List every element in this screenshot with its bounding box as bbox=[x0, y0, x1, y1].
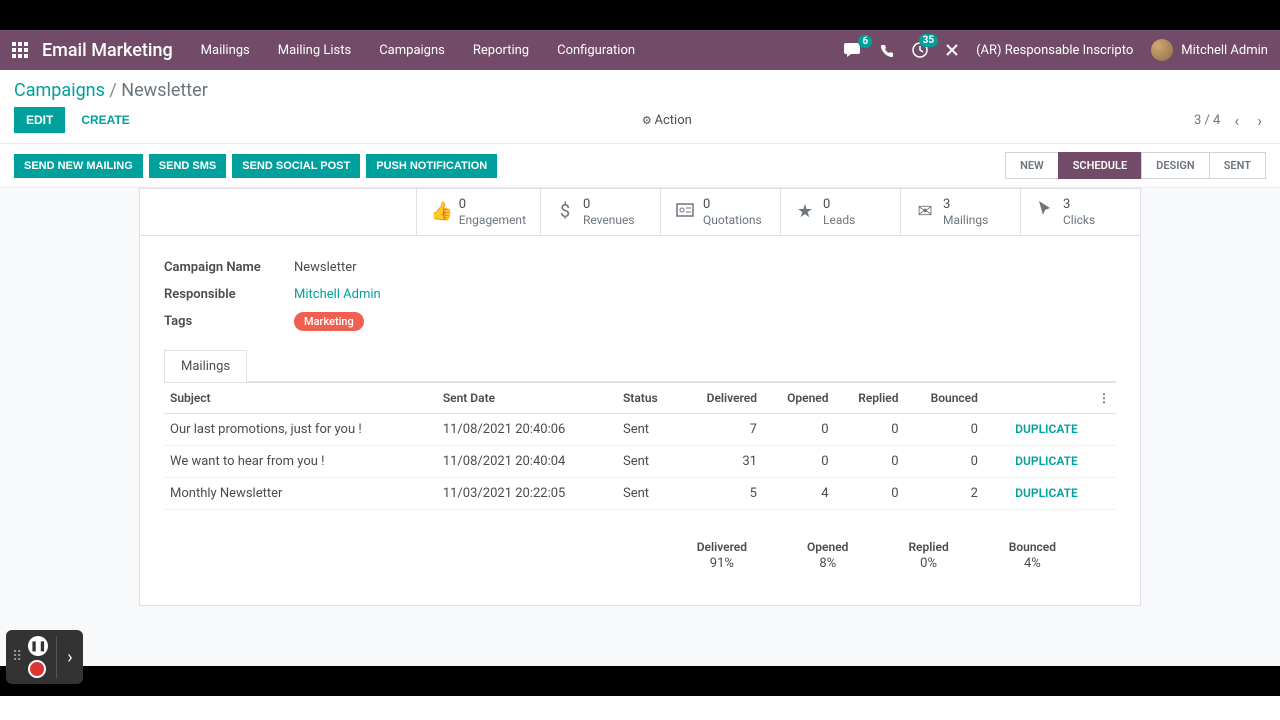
action-dropdown[interactable]: Action bbox=[642, 113, 692, 128]
mailings-table: Subject Sent Date Status Delivered Opene… bbox=[164, 382, 1116, 510]
send-sms-button[interactable]: SEND SMS bbox=[149, 154, 226, 178]
col-bounced[interactable]: Bounced bbox=[905, 382, 984, 413]
total-bounced-label: Bounced bbox=[1009, 540, 1056, 554]
tags-label: Tags bbox=[164, 314, 294, 329]
company-selector[interactable]: (AR) Responsable Inscripto bbox=[976, 43, 1133, 58]
total-delivered-label: Delivered bbox=[697, 540, 747, 554]
status-sent[interactable]: SENT bbox=[1209, 152, 1266, 179]
stat-buttons: 👍 0Engagement $ 0Revenues 0Quotations ★ … bbox=[140, 189, 1140, 236]
duplicate-button[interactable]: DUPLICATE bbox=[1015, 454, 1078, 468]
phone-icon[interactable] bbox=[880, 43, 894, 57]
app-title: Email Marketing bbox=[42, 40, 173, 61]
envelope-icon: ✉ bbox=[915, 201, 935, 222]
responsible-value[interactable]: Mitchell Admin bbox=[294, 287, 381, 302]
star-icon: ★ bbox=[795, 201, 815, 222]
stat-clicks[interactable]: 3Clicks bbox=[1020, 189, 1140, 235]
total-opened-label: Opened bbox=[807, 540, 848, 554]
record-icon[interactable] bbox=[28, 660, 46, 678]
send-social-post-button[interactable]: SEND SOCIAL POST bbox=[232, 154, 360, 178]
pager-next[interactable]: › bbox=[1253, 111, 1266, 130]
quotation-icon bbox=[675, 201, 695, 222]
pager-count: 3 / 4 bbox=[1194, 113, 1220, 128]
form-sheet: 👍 0Engagement $ 0Revenues 0Quotations ★ … bbox=[139, 188, 1141, 606]
send-new-mailing-button[interactable]: SEND NEW MAILING bbox=[14, 154, 143, 178]
main-nav: Mailings Mailing Lists Campaigns Reporti… bbox=[201, 43, 844, 58]
nav-campaigns[interactable]: Campaigns bbox=[379, 43, 445, 58]
table-row[interactable]: We want to hear from you ! 11/08/2021 20… bbox=[164, 445, 1116, 477]
total-replied-label: Replied bbox=[908, 540, 948, 554]
stat-quotations[interactable]: 0Quotations bbox=[660, 189, 780, 235]
stat-revenues[interactable]: $ 0Revenues bbox=[540, 189, 660, 235]
totals-summary: Delivered 91% Opened 8% Replied 0% Bounc… bbox=[164, 510, 1116, 581]
status-new[interactable]: NEW bbox=[1005, 152, 1058, 179]
thumbs-up-icon: 👍 bbox=[431, 201, 451, 222]
messaging-badge: 6 bbox=[858, 35, 872, 48]
close-icon[interactable] bbox=[946, 44, 958, 56]
cursor-icon bbox=[1035, 200, 1055, 223]
stat-mailings[interactable]: ✉ 3Mailings bbox=[900, 189, 1020, 235]
top-navbar: Email Marketing Mailings Mailing Lists C… bbox=[0, 30, 1280, 70]
drag-handle-icon[interactable]: ⠿ bbox=[12, 649, 22, 665]
dollar-icon: $ bbox=[555, 201, 575, 222]
total-replied-val: 0% bbox=[908, 556, 948, 571]
pager-prev[interactable]: ‹ bbox=[1230, 111, 1243, 130]
activities-badge: 35 bbox=[919, 34, 938, 47]
table-row[interactable]: Our last promotions, just for you ! 11/0… bbox=[164, 413, 1116, 445]
create-button[interactable]: CREATE bbox=[71, 107, 139, 133]
apps-icon[interactable] bbox=[12, 42, 28, 58]
chevron-right-icon[interactable]: › bbox=[63, 647, 76, 668]
status-design[interactable]: DESIGN bbox=[1141, 152, 1209, 179]
status-bar: NEW SCHEDULE DESIGN SENT bbox=[1005, 152, 1266, 179]
col-replied[interactable]: Replied bbox=[835, 382, 905, 413]
push-notification-button[interactable]: PUSH NOTIFICATION bbox=[366, 154, 497, 178]
user-name: Mitchell Admin bbox=[1181, 43, 1268, 58]
campaign-name-value: Newsletter bbox=[294, 260, 357, 275]
stat-leads[interactable]: ★ 0Leads bbox=[780, 189, 900, 235]
avatar bbox=[1151, 39, 1173, 61]
breadcrumb-root[interactable]: Campaigns bbox=[14, 80, 105, 101]
table-row[interactable]: Monthly Newsletter 11/03/2021 20:22:05 S… bbox=[164, 477, 1116, 509]
nav-mailing-lists[interactable]: Mailing Lists bbox=[278, 43, 351, 58]
column-options-icon[interactable]: ⋮ bbox=[1084, 382, 1116, 413]
stat-engagement[interactable]: 👍 0Engagement bbox=[416, 189, 540, 235]
nav-reporting[interactable]: Reporting bbox=[473, 43, 529, 58]
total-opened-val: 8% bbox=[807, 556, 848, 571]
col-status[interactable]: Status bbox=[617, 382, 680, 413]
duplicate-button[interactable]: DUPLICATE bbox=[1015, 486, 1078, 500]
edit-button[interactable]: EDIT bbox=[14, 107, 65, 133]
screen-recorder-widget[interactable]: ⠿ ❚❚ › bbox=[6, 630, 83, 684]
col-delivered[interactable]: Delivered bbox=[680, 382, 763, 413]
nav-configuration[interactable]: Configuration bbox=[557, 43, 635, 58]
tag-marketing[interactable]: Marketing bbox=[294, 312, 364, 331]
campaign-name-label: Campaign Name bbox=[164, 260, 294, 275]
status-schedule[interactable]: SCHEDULE bbox=[1058, 152, 1141, 179]
total-delivered-val: 91% bbox=[697, 556, 747, 571]
col-opened[interactable]: Opened bbox=[763, 382, 835, 413]
col-subject[interactable]: Subject bbox=[164, 382, 437, 413]
responsible-label: Responsible bbox=[164, 287, 294, 302]
breadcrumb-current: Newsletter bbox=[121, 80, 208, 101]
nav-mailings[interactable]: Mailings bbox=[201, 43, 250, 58]
breadcrumb: Campaigns / Newsletter bbox=[14, 80, 1266, 101]
user-menu[interactable]: Mitchell Admin bbox=[1151, 39, 1268, 61]
tab-mailings[interactable]: Mailings bbox=[164, 350, 247, 382]
duplicate-button[interactable]: DUPLICATE bbox=[1015, 422, 1078, 436]
total-bounced-val: 4% bbox=[1009, 556, 1056, 571]
col-sent-date[interactable]: Sent Date bbox=[437, 382, 617, 413]
pause-icon[interactable]: ❚❚ bbox=[28, 636, 48, 656]
messaging-icon[interactable]: 6 bbox=[844, 43, 862, 57]
activities-icon[interactable]: 35 bbox=[912, 42, 928, 58]
